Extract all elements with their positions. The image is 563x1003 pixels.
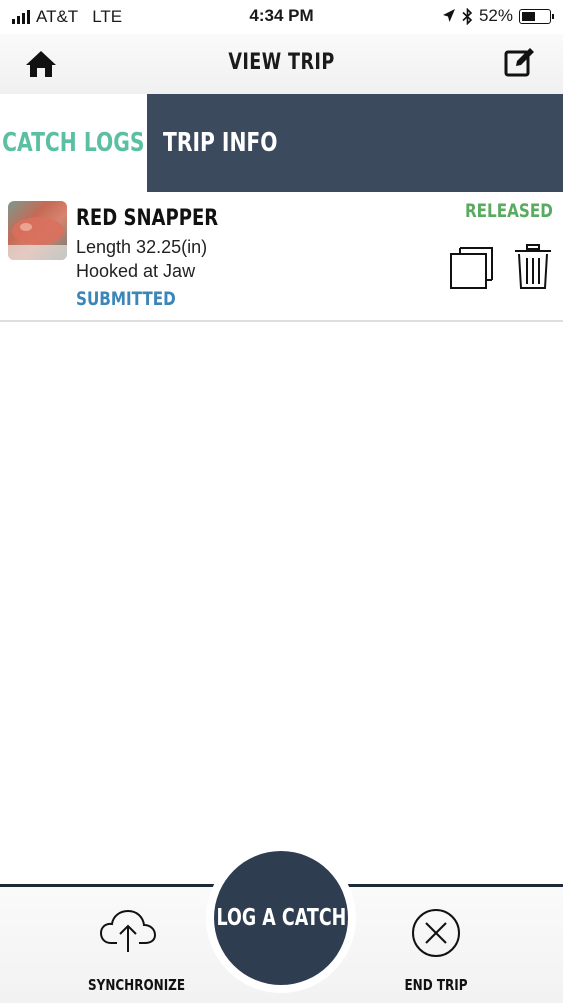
edit-trip-button[interactable] [503,46,537,80]
catch-length: Length 32.25(in) [76,237,208,257]
status-bar: AT&T LTE 4:34 PM 52% [0,0,563,34]
location-arrow-icon [442,9,455,22]
tab-catch-logs[interactable]: CATCH LOGS [0,94,147,192]
duplicate-button[interactable] [448,244,494,290]
cloud-upload-icon [99,909,157,952]
carrier-label: AT&T [36,7,79,26]
battery-icon [519,8,554,24]
catch-hook-location: Hooked at Jaw [76,261,196,281]
signal-icon [12,10,30,24]
page-title: VIEW TRIP [228,50,335,75]
log-a-catch-label: LOG A CATCH [216,905,346,931]
home-button[interactable] [24,48,58,80]
edit-icon [504,48,534,77]
delete-button[interactable] [514,244,552,290]
tab-trip-info-label: TRIP INFO [163,128,278,158]
end-trip-button[interactable]: END TRIP [386,887,486,1003]
end-trip-label: END TRIP [404,976,468,994]
catch-log-item[interactable]: RED SNAPPER Length 32.25(in) Hooked at J… [0,192,563,322]
copy-icon [450,247,493,289]
log-a-catch-button[interactable]: LOG A CATCH [214,851,348,985]
synchronize-label: SYNCHRONIZE [88,976,186,994]
trash-icon [515,244,551,289]
battery-percent: 52% [478,6,513,25]
bluetooth-icon [462,7,473,25]
disposition-badge: RELEASED [465,200,553,222]
home-icon [26,51,56,77]
close-circle-icon [412,909,460,957]
status-left: AT&T LTE [12,7,122,27]
battery-fill [522,11,535,21]
catch-photo-thumbnail[interactable] [8,201,67,260]
nav-bar: VIEW TRIP [0,34,563,94]
tab-trip-info[interactable]: TRIP INFO [147,94,563,192]
tab-bar: CATCH LOGS TRIP INFO [0,94,563,192]
network-label: LTE [92,7,123,26]
tab-catch-logs-label: CATCH LOGS [2,128,145,158]
synchronize-button[interactable]: SYNCHRONIZE [78,887,186,1003]
status-right: 52% [442,6,554,26]
fish-photo [8,217,67,260]
catch-species: RED SNAPPER [76,206,219,231]
submission-status: SUBMITTED [76,288,176,310]
